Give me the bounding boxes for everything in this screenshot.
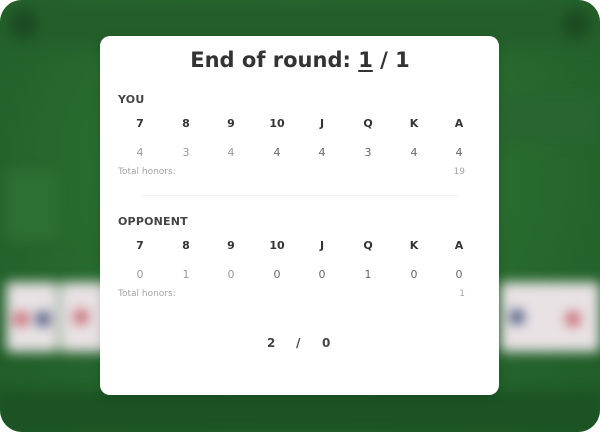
you-total-honors: Total honors: 19 xyxy=(118,167,465,177)
rank-label: 10 xyxy=(269,117,285,130)
rank-label: A xyxy=(454,239,464,252)
total-honors-value: 1 xyxy=(459,289,465,299)
rank-label: K xyxy=(409,117,419,130)
section-divider xyxy=(142,195,458,196)
card xyxy=(500,282,552,352)
opponent-count-row: 0 1 0 0 0 1 0 0 xyxy=(118,268,483,284)
rank-label: 8 xyxy=(182,239,190,252)
rank-label: Q xyxy=(363,117,373,130)
count-value: 0 xyxy=(227,268,235,281)
rank-label: 9 xyxy=(227,117,235,130)
score-opponent: 0 xyxy=(322,336,331,350)
you-rank-header: 7 8 9 10 J Q K A xyxy=(118,117,483,133)
card xyxy=(6,282,58,352)
total-honors-value: 19 xyxy=(453,167,465,177)
rank-label: J xyxy=(319,239,325,252)
bottom-bar xyxy=(0,392,600,432)
opponent-label: OPPONENT xyxy=(118,215,188,228)
rank-label: 10 xyxy=(269,239,285,252)
total-honors-label: Total honors: xyxy=(118,167,176,177)
round-total: 1 xyxy=(395,48,410,72)
rank-label: K xyxy=(409,239,419,252)
title-text: End of round: xyxy=(190,48,359,72)
card xyxy=(548,282,600,352)
rank-label: 7 xyxy=(136,239,144,252)
game-screen: End of round: 1 / 1 YOU 7 8 9 10 J Q K A… xyxy=(0,0,600,432)
count-value: 0 xyxy=(273,268,281,281)
settings-icon xyxy=(562,10,590,38)
dialog-title: End of round: 1 / 1 xyxy=(100,48,500,72)
menu-icon xyxy=(10,10,38,38)
count-value: 4 xyxy=(455,146,463,159)
count-value: 4 xyxy=(273,146,281,159)
score-separator: / xyxy=(296,336,301,350)
total-honors-label: Total honors: xyxy=(118,289,176,299)
count-value: 1 xyxy=(182,268,190,281)
count-value: 1 xyxy=(364,268,372,281)
end-of-round-dialog: End of round: 1 / 1 YOU 7 8 9 10 J Q K A… xyxy=(100,36,499,395)
rank-label: J xyxy=(319,117,325,130)
round-separator: / xyxy=(372,48,396,72)
count-value: 4 xyxy=(227,146,235,159)
rank-label: 9 xyxy=(227,239,235,252)
count-value: 4 xyxy=(318,146,326,159)
count-value: 4 xyxy=(410,146,418,159)
rank-label: Q xyxy=(363,239,373,252)
you-label: YOU xyxy=(118,93,145,106)
count-value: 3 xyxy=(182,146,190,159)
count-value: 0 xyxy=(136,268,144,281)
score-you: 2 xyxy=(267,336,276,350)
rank-label: 8 xyxy=(182,117,190,130)
you-count-row: 4 3 4 4 4 3 4 4 xyxy=(118,146,483,162)
count-value: 3 xyxy=(364,146,372,159)
opponent-rank-header: 7 8 9 10 J Q K A xyxy=(118,239,483,255)
count-value: 0 xyxy=(318,268,326,281)
side-panel xyxy=(500,95,600,143)
deck-pile xyxy=(6,170,58,240)
rank-label: 7 xyxy=(136,117,144,130)
round-current: 1 xyxy=(358,48,373,72)
opponent-total-honors: Total honors: 1 xyxy=(118,289,465,299)
count-value: 0 xyxy=(455,268,463,281)
rank-label: A xyxy=(454,117,464,130)
count-value: 4 xyxy=(136,146,144,159)
count-value: 0 xyxy=(410,268,418,281)
